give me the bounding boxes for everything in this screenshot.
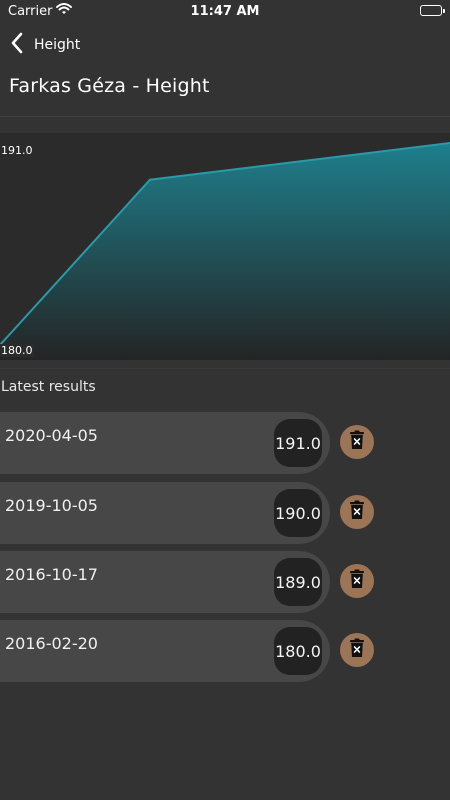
delete-button[interactable] — [340, 425, 374, 459]
back-button[interactable]: Height — [10, 28, 80, 62]
divider — [0, 116, 450, 117]
result-card[interactable]: 2016-02-20 180.0 — [0, 620, 330, 682]
trash-icon — [349, 638, 365, 662]
delete-button[interactable] — [340, 564, 374, 598]
result-date: 2020-04-05 — [5, 426, 98, 445]
trash-icon — [349, 569, 365, 593]
navigation-bar: Height — [0, 28, 450, 62]
trash-icon — [349, 500, 365, 524]
page-title: Farkas Géza - Height — [9, 75, 210, 97]
chart-svg — [0, 133, 450, 360]
result-date: 2016-02-20 — [5, 634, 98, 653]
result-value: 189.0 — [274, 558, 322, 606]
delete-button[interactable] — [340, 495, 374, 529]
back-label: Height — [34, 37, 81, 53]
delete-button[interactable] — [340, 633, 374, 667]
result-value: 180.0 — [274, 627, 322, 675]
result-card[interactable]: 2020-04-05 191.0 — [0, 412, 330, 474]
battery-icon — [420, 5, 445, 16]
result-row: 2016-10-17 189.0 — [0, 551, 450, 613]
result-date: 2019-10-05 — [5, 496, 98, 515]
y-tick-min: 180.0 — [0, 344, 34, 357]
result-value: 191.0 — [274, 419, 322, 467]
chevron-left-icon — [10, 32, 24, 58]
result-card[interactable]: 2019-10-05 190.0 — [0, 482, 330, 544]
result-value: 190.0 — [274, 489, 322, 537]
chart-point — [149, 178, 151, 181]
trash-icon — [349, 430, 365, 454]
result-row: 2016-02-20 180.0 — [0, 620, 450, 682]
result-row: 2019-10-05 190.0 — [0, 482, 450, 544]
status-time: 11:47 AM — [190, 4, 260, 19]
result-row: 2020-04-05 191.0 — [0, 412, 450, 474]
divider — [0, 368, 450, 369]
chart-point — [299, 160, 301, 163]
result-date: 2016-10-17 — [5, 565, 98, 584]
height-chart: 191.0 180.0 — [0, 133, 450, 360]
status-bar: Carrier 11:47 AM — [0, 0, 450, 24]
result-card[interactable]: 2016-10-17 189.0 — [0, 551, 330, 613]
y-tick-max: 191.0 — [0, 144, 34, 157]
latest-results-heading: Latest results — [1, 379, 96, 395]
